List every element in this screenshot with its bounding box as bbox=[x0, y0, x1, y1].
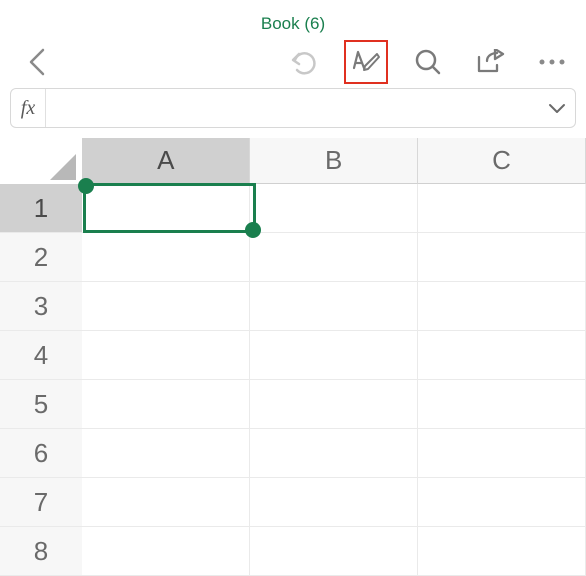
row-header-4[interactable]: 4 bbox=[0, 331, 82, 380]
cell-a6[interactable] bbox=[82, 429, 250, 478]
column-header-b[interactable]: B bbox=[250, 138, 418, 184]
more-button[interactable] bbox=[536, 46, 568, 78]
edit-icon bbox=[351, 48, 381, 76]
row-header-7[interactable]: 7 bbox=[0, 478, 82, 527]
row-header-8[interactable]: 8 bbox=[0, 527, 82, 576]
row-header-6[interactable]: 6 bbox=[0, 429, 82, 478]
search-icon bbox=[414, 48, 442, 76]
cell-b5[interactable] bbox=[250, 380, 418, 429]
cell-a4[interactable] bbox=[82, 331, 250, 380]
cell-b1[interactable] bbox=[250, 184, 418, 233]
cell-c3[interactable] bbox=[418, 282, 586, 331]
formula-expand-button[interactable] bbox=[539, 89, 575, 127]
cell-b2[interactable] bbox=[250, 233, 418, 282]
cell-a7[interactable] bbox=[82, 478, 250, 527]
row-header-2[interactable]: 2 bbox=[0, 233, 82, 282]
cell-a8[interactable] bbox=[82, 527, 250, 576]
cell-b4[interactable] bbox=[250, 331, 418, 380]
formula-bar: fx bbox=[10, 88, 576, 128]
share-icon bbox=[475, 49, 505, 75]
cell-a2[interactable] bbox=[82, 233, 250, 282]
row-header-5[interactable]: 5 bbox=[0, 380, 82, 429]
cell-b8[interactable] bbox=[250, 527, 418, 576]
column-header-c[interactable]: C bbox=[418, 138, 586, 184]
spreadsheet: A B C 1 2 3 4 5 bbox=[0, 138, 586, 576]
cell-b7[interactable] bbox=[250, 478, 418, 527]
cell-a3[interactable] bbox=[82, 282, 250, 331]
workbook-title: Book (6) bbox=[261, 14, 325, 34]
select-all-icon bbox=[50, 154, 76, 180]
formula-input[interactable] bbox=[45, 89, 539, 127]
cell-b3[interactable] bbox=[250, 282, 418, 331]
cell-c1[interactable] bbox=[418, 184, 586, 233]
cell-c5[interactable] bbox=[418, 380, 586, 429]
cell-c4[interactable] bbox=[418, 331, 586, 380]
back-button[interactable] bbox=[22, 46, 54, 78]
undo-icon bbox=[289, 48, 319, 76]
edit-button[interactable] bbox=[351, 48, 381, 76]
select-all-corner[interactable] bbox=[0, 138, 82, 184]
cell-c6[interactable] bbox=[418, 429, 586, 478]
back-icon bbox=[28, 48, 48, 76]
chevron-down-icon bbox=[548, 102, 566, 114]
cell-a1[interactable] bbox=[82, 184, 250, 233]
edit-highlight bbox=[344, 40, 388, 84]
search-button[interactable] bbox=[412, 46, 444, 78]
undo-button[interactable] bbox=[288, 46, 320, 78]
share-button[interactable] bbox=[474, 46, 506, 78]
cell-c2[interactable] bbox=[418, 233, 586, 282]
column-header-a[interactable]: A bbox=[82, 138, 250, 184]
cell-c8[interactable] bbox=[418, 527, 586, 576]
cell-c7[interactable] bbox=[418, 478, 586, 527]
fx-label: fx bbox=[11, 97, 45, 120]
cell-b6[interactable] bbox=[250, 429, 418, 478]
cell-a5[interactable] bbox=[82, 380, 250, 429]
more-icon bbox=[538, 58, 566, 66]
row-header-1[interactable]: 1 bbox=[0, 184, 82, 233]
row-header-3[interactable]: 3 bbox=[0, 282, 82, 331]
